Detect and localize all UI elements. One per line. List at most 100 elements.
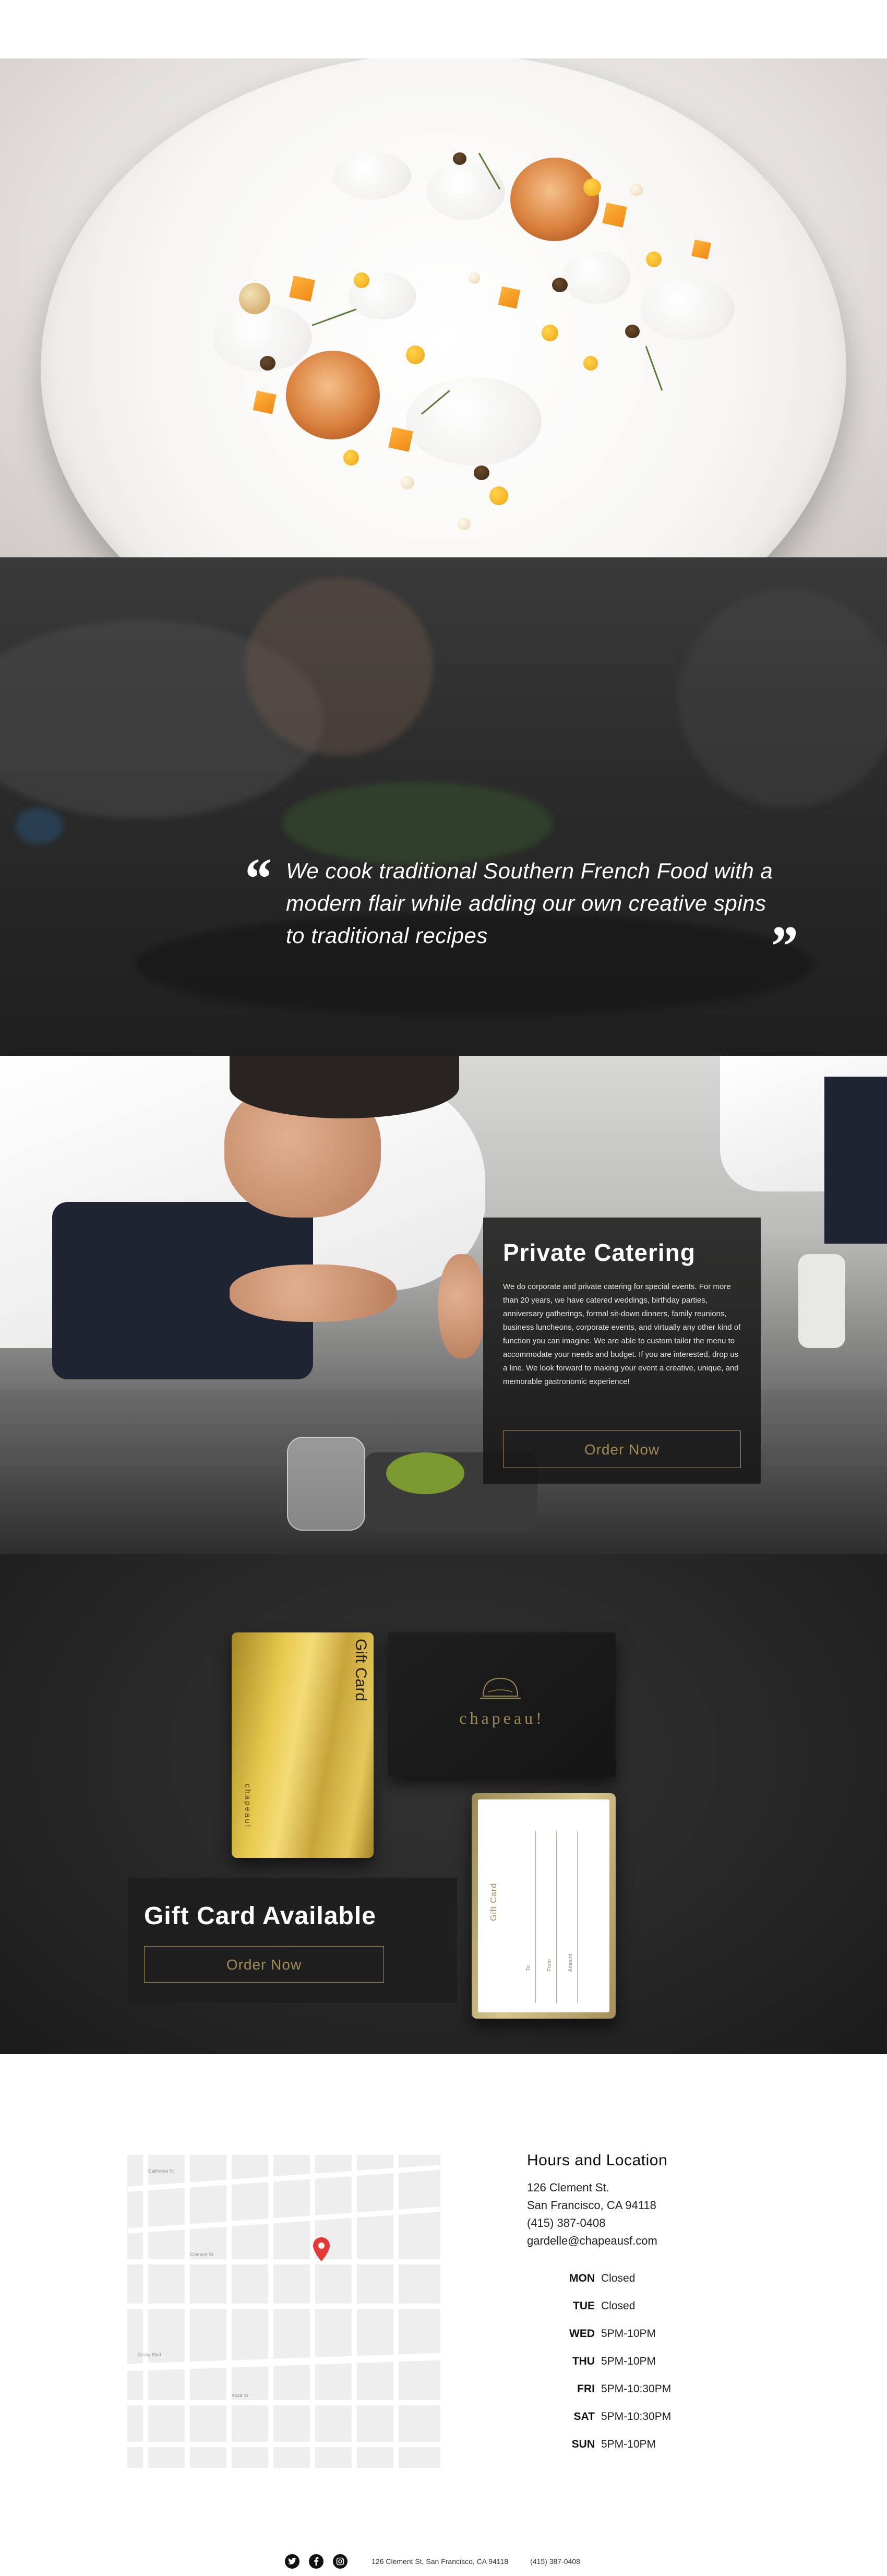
hours-day: SAT bbox=[573, 2410, 595, 2423]
pearl bbox=[469, 272, 480, 284]
map-street bbox=[352, 2155, 357, 2468]
hours-row: MON Closed bbox=[527, 2264, 736, 2292]
mushroom bbox=[453, 152, 466, 165]
open-quote-icon: “ bbox=[242, 846, 271, 910]
map-label: Geary Blvd bbox=[138, 2352, 161, 2357]
address-line-1: 126 Clement St. bbox=[527, 2181, 609, 2194]
carrot-cube bbox=[289, 276, 315, 302]
hours-location-section: California St Clement St Geary Blvd Anza… bbox=[0, 2054, 887, 2468]
hours-day: FRI bbox=[577, 2382, 595, 2395]
quote-banner: “ We cook traditional Southern French Fo… bbox=[0, 557, 887, 1056]
twitter-icon[interactable] bbox=[285, 2554, 300, 2569]
address-line-2: San Francisco, CA 94118 bbox=[527, 2199, 656, 2212]
hours-time: 5PM-10PM bbox=[601, 2327, 656, 2340]
hours-row: SUN 5PM-10PM bbox=[527, 2430, 736, 2458]
to-field-label: To bbox=[526, 1965, 532, 1971]
carrot-cube bbox=[388, 427, 413, 452]
sauce-dot bbox=[406, 345, 425, 364]
hours-row: FRI 5PM-10:30PM bbox=[527, 2375, 736, 2403]
hours-day: MON bbox=[569, 2272, 595, 2284]
hours-time: Closed bbox=[601, 2299, 636, 2312]
email-link[interactable]: gardelle@chapeausf.com bbox=[527, 2232, 736, 2250]
carrot-cube bbox=[253, 390, 277, 414]
divider bbox=[535, 1831, 536, 2003]
scallop bbox=[286, 351, 380, 439]
map-label: Anza St bbox=[232, 2393, 248, 2398]
catering-description: We do corporate and private catering for… bbox=[503, 1282, 741, 1386]
map-street bbox=[393, 2155, 399, 2468]
private-catering-section: Private Catering We do corporate and pri… bbox=[0, 1056, 887, 1554]
sauce-dot bbox=[583, 178, 601, 196]
gift-card-title: Gift Card Available bbox=[144, 1902, 376, 1930]
chef-hand bbox=[230, 1265, 397, 1322]
facebook-icon[interactable] bbox=[309, 2554, 324, 2569]
footer-address: 126 Clement St, San Francisco, CA 94118 bbox=[371, 2557, 509, 2566]
map-street bbox=[268, 2155, 273, 2468]
background-shape bbox=[678, 589, 887, 808]
social-links bbox=[285, 2554, 348, 2569]
sauce-dot bbox=[542, 325, 558, 341]
gift-card-section: Gift Card chapeau! chapeau! Gift Card To… bbox=[0, 1554, 887, 2054]
ceramic-jar bbox=[798, 1254, 845, 1348]
gold-gift-card: Gift Card chapeau! bbox=[232, 1632, 374, 1858]
pearl bbox=[458, 518, 471, 530]
hours-day: TUE bbox=[573, 2299, 595, 2312]
grains bbox=[239, 283, 270, 314]
foam bbox=[427, 163, 505, 220]
hours-time: Closed bbox=[601, 2272, 636, 2284]
catering-title: Private Catering bbox=[503, 1239, 696, 1266]
foam bbox=[562, 252, 630, 304]
sauce-dot bbox=[646, 252, 662, 267]
chef-hand bbox=[438, 1254, 485, 1358]
pearl bbox=[401, 476, 414, 490]
carrot-cube bbox=[498, 286, 521, 309]
map-street bbox=[185, 2155, 190, 2468]
map-pin-icon[interactable] bbox=[312, 2236, 331, 2262]
divider bbox=[577, 1831, 578, 2003]
assistant-apron bbox=[824, 1077, 887, 1244]
mushroom bbox=[260, 356, 275, 371]
map-street bbox=[310, 2155, 315, 2468]
close-quote-icon: ” bbox=[768, 914, 797, 978]
divider bbox=[556, 1831, 557, 2003]
map-street bbox=[226, 2155, 232, 2468]
hours-row: THU 5PM-10PM bbox=[527, 2347, 736, 2375]
quote-text: We cook traditional Southern French Food… bbox=[286, 858, 773, 948]
chef-hand bbox=[245, 578, 433, 756]
hours-day: WED bbox=[569, 2327, 595, 2340]
herb-sprig bbox=[645, 345, 663, 391]
mushroom bbox=[625, 325, 640, 338]
sauce-dot bbox=[354, 272, 369, 288]
glass-cup bbox=[287, 1437, 365, 1531]
phone-link[interactable]: (415) 387-0408 bbox=[527, 2214, 736, 2232]
sauce-dot bbox=[489, 486, 508, 505]
foam bbox=[333, 152, 411, 199]
hours-row: WED 5PM-10PM bbox=[527, 2320, 736, 2347]
from-field-label: From bbox=[547, 1959, 553, 1972]
hours-time: 5PM-10:30PM bbox=[601, 2382, 672, 2395]
map-label: Clement St bbox=[190, 2252, 213, 2257]
hours-day: THU bbox=[572, 2355, 595, 2367]
location-info: Hours and Location 126 Clement St. San F… bbox=[527, 2152, 736, 2458]
carrot-cube bbox=[691, 240, 711, 259]
hours-table: MON Closed TUE Closed WED 5PM-10PM THU 5… bbox=[527, 2264, 736, 2458]
sauce-dot bbox=[583, 356, 598, 371]
chef-hair bbox=[230, 1056, 459, 1118]
gift-order-button[interactable]: Order Now bbox=[144, 1946, 384, 1983]
catering-order-button[interactable]: Order Now bbox=[503, 1430, 741, 1468]
mushroom bbox=[474, 466, 489, 480]
white-card-face: Gift Card To From Amount bbox=[478, 1799, 609, 2012]
cloche-icon bbox=[480, 1677, 521, 1699]
gift-card-sleeve: chapeau! bbox=[388, 1632, 616, 1776]
footer-phone[interactable]: (415) 387-0408 bbox=[530, 2557, 580, 2566]
map-label: California St bbox=[148, 2168, 174, 2174]
sauce-dot bbox=[343, 450, 359, 466]
amount-field-label: Amount bbox=[568, 1954, 573, 1972]
herb-sprig bbox=[311, 308, 357, 326]
instagram-icon[interactable] bbox=[333, 2554, 348, 2569]
location-map[interactable]: California St Clement St Geary Blvd Anza… bbox=[127, 2155, 440, 2468]
foam bbox=[406, 377, 542, 466]
map-street bbox=[143, 2155, 148, 2468]
pearl bbox=[630, 184, 643, 196]
dish-garnish bbox=[386, 1452, 464, 1494]
